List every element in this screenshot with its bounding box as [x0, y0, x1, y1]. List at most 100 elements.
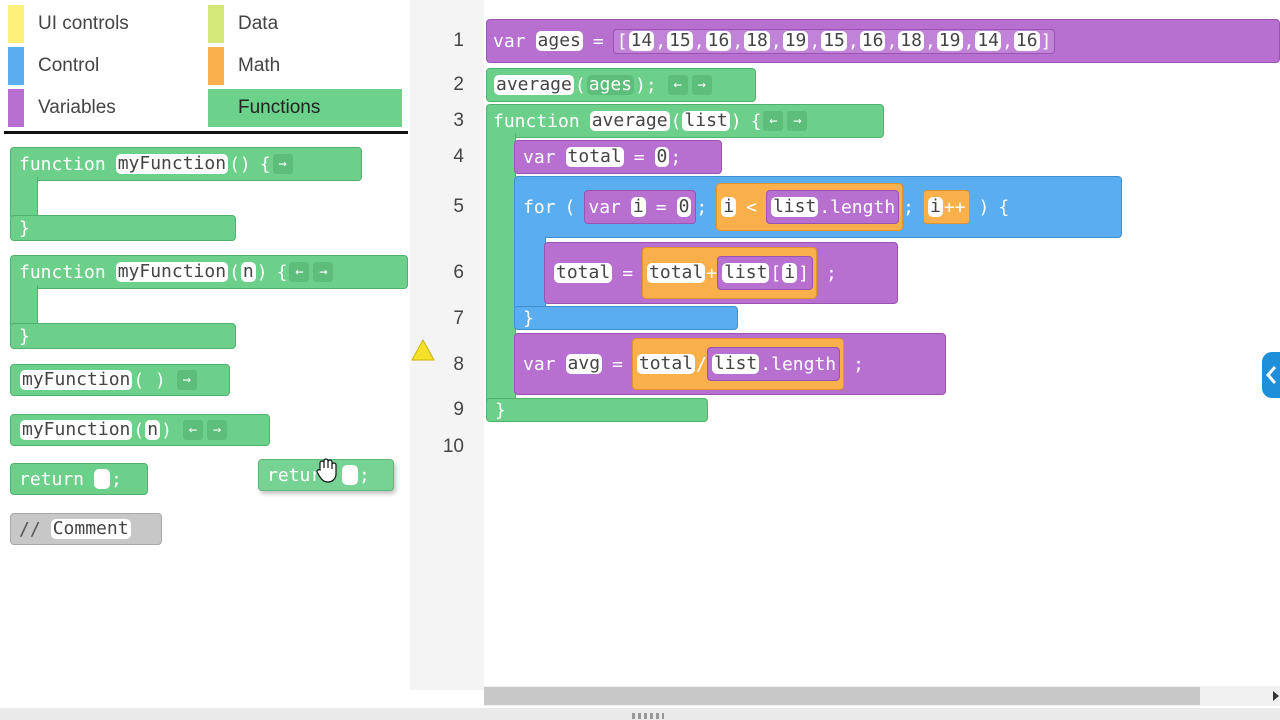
- list-length-block[interactable]: list .length: [765, 190, 900, 224]
- operand-field[interactable]: total: [647, 263, 706, 283]
- function-name-field[interactable]: average: [494, 75, 574, 95]
- var-total-block[interactable]: var total = 0 ;: [514, 140, 722, 174]
- param-field[interactable]: n: [240, 262, 256, 282]
- function-name-field[interactable]: average: [589, 111, 670, 131]
- remove-param-arrow-icon[interactable]: ←: [289, 262, 310, 282]
- semicolon: ;: [903, 196, 914, 218]
- function-left-bar: [10, 285, 38, 325]
- resize-handle-icon[interactable]: [632, 713, 664, 719]
- add-arg-arrow-icon[interactable]: →: [206, 420, 227, 440]
- list-field[interactable]: list: [722, 263, 770, 283]
- collapse-panel-tab[interactable]: [1262, 352, 1280, 398]
- array-literal-block[interactable]: [ 14, 15, 16, 18, 19, 15, 16, 18, 19, 14…: [612, 28, 1056, 54]
- remove-arg-arrow-icon[interactable]: ←: [182, 420, 203, 440]
- list-length-block[interactable]: list .length: [706, 347, 841, 381]
- function-name-field[interactable]: myFunction: [20, 420, 133, 440]
- for-loop-header[interactable]: for ( var i = 0 ; i < list .length ; i +…: [514, 176, 1122, 238]
- comment-text-field[interactable]: Comment: [50, 519, 131, 539]
- arg-field[interactable]: ages: [586, 75, 635, 95]
- operand-field[interactable]: total: [636, 354, 696, 374]
- function-name-field[interactable]: myFunction: [20, 370, 133, 390]
- keyword-var: var: [523, 146, 556, 168]
- category-data[interactable]: Data: [208, 5, 402, 43]
- horizontal-scrollbar-thumb[interactable]: [484, 687, 1200, 705]
- loop-condition-block[interactable]: i < list .length: [716, 183, 904, 231]
- category-math[interactable]: Math: [208, 47, 402, 85]
- array-item[interactable]: 15: [667, 31, 693, 51]
- assign-total-block[interactable]: total = total + list [ i ] ;: [544, 242, 898, 304]
- return-value-slot[interactable]: [342, 465, 359, 485]
- function-average-header[interactable]: function average ( list ) { ← →: [486, 104, 884, 138]
- division-block[interactable]: total / list .length: [631, 338, 845, 390]
- array-item[interactable]: 19: [782, 31, 809, 51]
- remove-arg-arrow-icon[interactable]: ←: [667, 75, 688, 95]
- var-ages-block[interactable]: var ages = [ 14, 15, 16, 18, 19, 15, 16,…: [486, 19, 1280, 63]
- category-variables[interactable]: Variables: [8, 89, 198, 127]
- list-field[interactable]: list: [770, 197, 819, 217]
- bracket-open: [: [616, 30, 628, 52]
- function-definition-block[interactable]: function myFunction () { → }: [10, 147, 364, 243]
- var-avg-block[interactable]: var avg = total / list .length ;: [514, 333, 946, 395]
- keyword-function: function: [493, 110, 580, 132]
- array-item[interactable]: 14: [975, 31, 1002, 51]
- function-footer: }: [10, 323, 236, 349]
- loop-increment-block[interactable]: i ++: [923, 190, 970, 224]
- category-ui-controls[interactable]: UI controls: [8, 5, 198, 43]
- arg-field[interactable]: n: [145, 420, 161, 440]
- remove-param-arrow-icon[interactable]: ←: [763, 111, 784, 131]
- semicolon: ;: [111, 468, 122, 490]
- loop-var-field[interactable]: i: [630, 197, 646, 217]
- param-field[interactable]: list: [682, 111, 730, 131]
- warning-icon[interactable]: [411, 338, 435, 361]
- less-than: <: [746, 196, 757, 218]
- array-item[interactable]: 18: [744, 31, 770, 51]
- addition-block[interactable]: total + list [ i ]: [642, 247, 817, 299]
- loop-var-field[interactable]: i: [928, 197, 943, 217]
- brace-close: }: [523, 307, 534, 329]
- add-arg-arrow-icon[interactable]: →: [176, 370, 197, 390]
- average-call-block[interactable]: average ( ages ) ; ← →: [486, 68, 756, 102]
- data-swatch: [208, 5, 224, 43]
- function-name-field[interactable]: myFunction: [115, 154, 229, 174]
- functions-swatch: [208, 89, 224, 127]
- semicolon: ;: [359, 464, 370, 486]
- array-item[interactable]: 19: [936, 31, 963, 51]
- return-value-slot[interactable]: [94, 469, 111, 489]
- variable-name-field[interactable]: total: [554, 263, 613, 283]
- semicolon: ;: [670, 146, 682, 168]
- variable-name-field[interactable]: total: [565, 147, 624, 167]
- category-functions[interactable]: Functions: [208, 89, 402, 127]
- variable-name-field[interactable]: avg: [565, 354, 603, 374]
- value-field[interactable]: 0: [654, 147, 670, 167]
- list-field[interactable]: list: [711, 354, 760, 374]
- loop-init-block[interactable]: var i = 0: [584, 190, 697, 224]
- init-value-field[interactable]: 0: [676, 197, 692, 217]
- paren-close: ): [635, 74, 646, 96]
- array-item[interactable]: 14: [628, 31, 655, 51]
- category-label: Functions: [238, 97, 321, 118]
- add-param-arrow-icon[interactable]: →: [272, 154, 293, 174]
- array-item[interactable]: 15: [821, 31, 847, 51]
- add-arg-arrow-icon[interactable]: →: [691, 75, 712, 95]
- array-item[interactable]: 16: [859, 31, 886, 51]
- function-call-block[interactable]: myFunction ( ) →: [10, 364, 230, 396]
- array-item[interactable]: 16: [705, 31, 732, 51]
- category-control[interactable]: Control: [8, 47, 198, 85]
- palette-divider: [4, 131, 408, 134]
- loop-var-field[interactable]: i: [721, 197, 737, 217]
- scroll-right-arrow-icon[interactable]: [1270, 688, 1280, 704]
- semicolon: ;: [853, 353, 864, 375]
- add-param-arrow-icon[interactable]: →: [313, 262, 334, 282]
- keyword-function: function: [19, 153, 106, 175]
- add-param-arrow-icon[interactable]: →: [787, 111, 808, 131]
- list-index-block[interactable]: list [ i ]: [717, 256, 813, 290]
- variable-name-field[interactable]: ages: [535, 31, 583, 51]
- index-field[interactable]: i: [782, 263, 798, 283]
- array-item[interactable]: 18: [898, 31, 924, 51]
- function-with-param-block[interactable]: function myFunction ( n ) { ← → }: [10, 255, 410, 351]
- function-call-param-block[interactable]: myFunction ( n ) ← →: [10, 414, 270, 446]
- array-item[interactable]: 16: [1013, 31, 1040, 51]
- return-block[interactable]: return ;: [10, 463, 148, 495]
- comment-block[interactable]: // Comment: [10, 513, 162, 545]
- function-name-field[interactable]: myFunction: [115, 262, 229, 282]
